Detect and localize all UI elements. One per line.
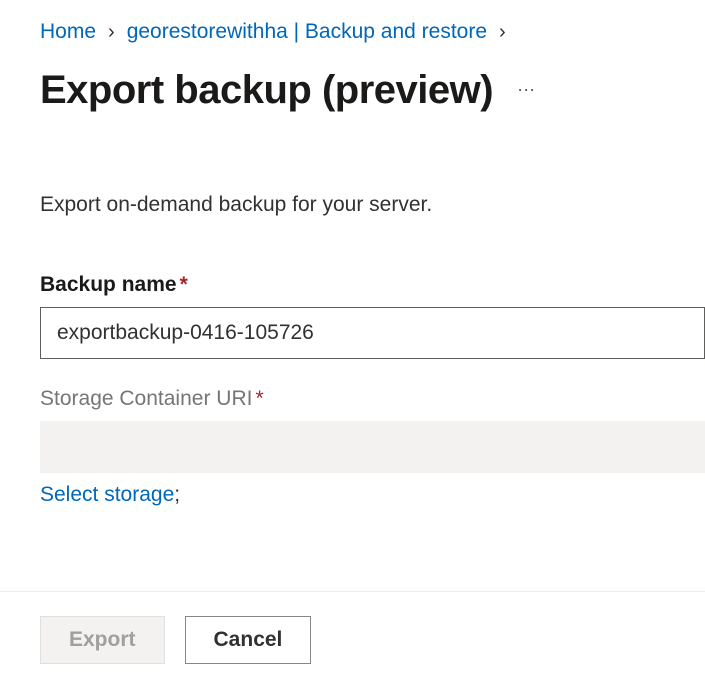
storage-uri-label: Storage Container URI* — [40, 387, 264, 411]
storage-uri-input[interactable] — [40, 421, 705, 473]
backup-name-label: Backup name* — [40, 273, 188, 297]
breadcrumb-resource[interactable]: georestorewithha | Backup and restore — [127, 20, 487, 44]
required-indicator: * — [255, 387, 263, 410]
breadcrumb-home[interactable]: Home — [40, 20, 96, 44]
cancel-button[interactable]: Cancel — [185, 616, 312, 664]
breadcrumb: Home › georestorewithha | Backup and res… — [40, 20, 705, 44]
export-button[interactable]: Export — [40, 616, 165, 664]
page-title: Export backup (preview) — [40, 68, 493, 113]
footer-actions: Export Cancel — [0, 591, 705, 688]
chevron-right-icon: › — [499, 21, 506, 44]
more-icon[interactable]: ⋯ — [517, 80, 537, 101]
semicolon: ; — [174, 483, 180, 506]
page-description: Export on-demand backup for your server. — [40, 193, 705, 217]
storage-uri-field: Storage Container URI* Select storage; — [40, 387, 705, 507]
backup-name-field: Backup name* — [40, 273, 705, 359]
backup-name-input[interactable] — [40, 307, 705, 359]
select-storage-link[interactable]: Select storage — [40, 483, 174, 506]
required-indicator: * — [180, 273, 188, 296]
chevron-right-icon: › — [108, 21, 115, 44]
